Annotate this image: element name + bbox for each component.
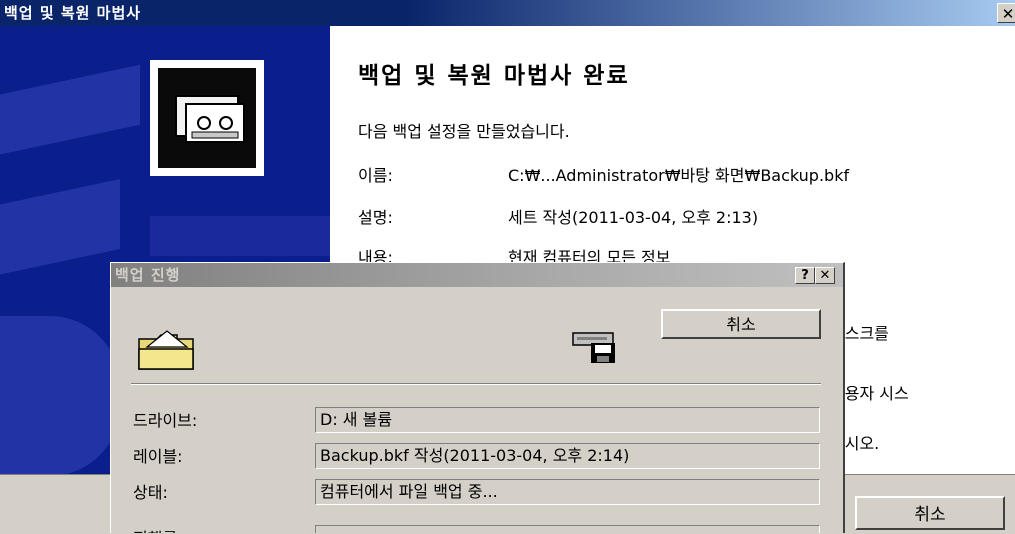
status-value: 컴퓨터에서 파일 백업 중... xyxy=(315,479,820,505)
wizard-title: 백업 및 복원 마법사 xyxy=(4,4,142,22)
setting-label: 설명: xyxy=(358,208,393,227)
wizard-close-button[interactable]: ✕ xyxy=(997,3,1015,23)
setting-label: 이름: xyxy=(358,166,393,185)
wizard-intro: 다음 백업 설정을 만들었습니다. xyxy=(358,122,570,141)
help-button[interactable]: ? xyxy=(795,267,815,284)
folder-icon xyxy=(137,327,197,371)
setting-value: C:₩...Administrator₩바탕 화면₩Backup.bkf xyxy=(508,166,850,185)
backup-icon xyxy=(150,60,264,176)
divider xyxy=(131,383,821,385)
progress-value-field xyxy=(315,525,820,533)
wizard-heading: 백업 및 복원 마법사 완료 xyxy=(358,63,630,89)
setting-value: 세트 작성(2011-03-04, 오후 2:13) xyxy=(508,208,759,227)
drive-value: D: 새 볼륨 xyxy=(315,407,820,433)
wizard-cancel-button[interactable]: 취소 xyxy=(855,496,1005,530)
backup-drive-icon xyxy=(571,325,619,365)
wizard-title-bar[interactable]: 백업 및 복원 마법사 ✕ xyxy=(0,0,1015,26)
progress-label: 진행률 xyxy=(133,525,177,533)
drive-label: 드라이브: xyxy=(133,411,198,430)
progress-title-bar[interactable]: 백업 진행 ? ✕ xyxy=(111,263,843,287)
backup-progress-dialog: 백업 진행 ? ✕ 취소 드라이브: D: 새 볼륨 레이블: Backup.b… xyxy=(110,262,845,533)
tape-label-value: Backup.bkf 작성(2011-03-04, 오후 2:14) xyxy=(315,443,820,469)
status-label: 상태: xyxy=(133,483,168,502)
progress-title: 백업 진행 xyxy=(115,266,181,284)
progress-close-button[interactable]: ✕ xyxy=(815,267,835,284)
tape-label-label: 레이블: xyxy=(133,447,183,466)
progress-cancel-button[interactable]: 취소 xyxy=(661,309,821,339)
